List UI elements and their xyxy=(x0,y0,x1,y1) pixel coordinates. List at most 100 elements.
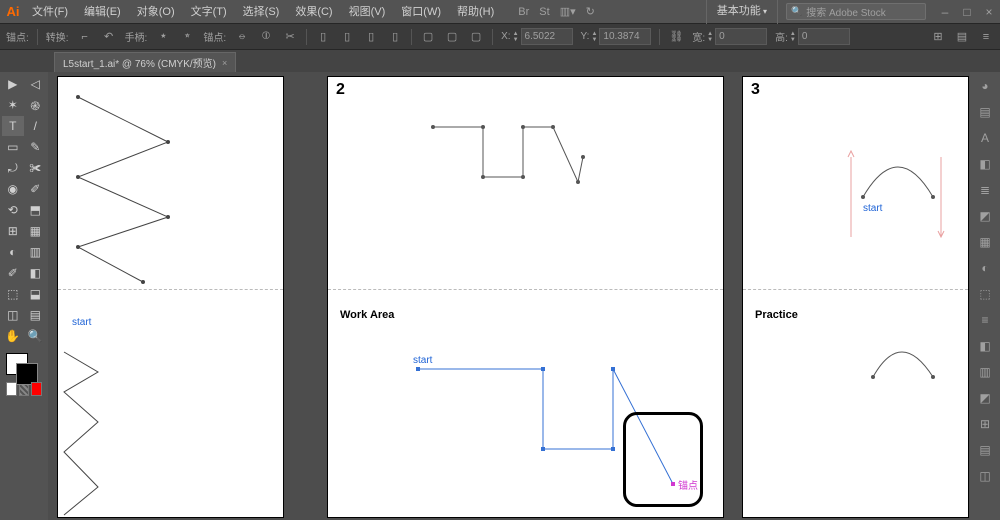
panel-appearance[interactable]: ◐ xyxy=(975,258,995,278)
menu-view[interactable]: 视图(V) xyxy=(343,0,392,24)
stock-icon[interactable]: St xyxy=(539,6,549,18)
handle-hide-icon[interactable]: ⭒ xyxy=(179,29,195,45)
menu-effect[interactable]: 效果(C) xyxy=(289,0,338,24)
panel-libraries[interactable]: ◩ xyxy=(975,388,995,408)
sync-icon[interactable]: ↻ xyxy=(586,5,595,18)
tool-gradient[interactable]: ◐ xyxy=(2,242,24,262)
ab3-curve-top xyxy=(743,77,968,289)
panel-layers[interactable]: ≡ xyxy=(975,310,995,330)
cut-path-icon[interactable]: ✂ xyxy=(282,29,298,45)
tool-hand[interactable]: ✋ xyxy=(2,326,24,346)
menu-edit[interactable]: 编辑(E) xyxy=(78,0,127,24)
y-value[interactable]: 10.3874 xyxy=(599,28,651,45)
convert-smooth-icon[interactable]: ↶ xyxy=(101,29,117,45)
panel-stroke[interactable]: ◧ xyxy=(975,154,995,174)
tool-print-tiling[interactable]: ▤ xyxy=(25,305,47,325)
tool-pen[interactable]: T xyxy=(2,116,24,136)
valign-3-icon[interactable]: ▢ xyxy=(468,29,484,45)
tool-direct-select[interactable]: ◁ xyxy=(25,74,47,94)
tool-magic-wand[interactable]: ✶ xyxy=(2,95,24,115)
window-maximize[interactable]: □ xyxy=(956,5,978,19)
panel-asset[interactable]: ◧ xyxy=(975,336,995,356)
w-field[interactable]: 宽: ▲▼ 0 xyxy=(692,28,767,45)
tool-slice[interactable]: ◫ xyxy=(2,305,24,325)
prefs-icon[interactable]: ≡ xyxy=(978,29,994,45)
doc-setup-icon[interactable]: ▤ xyxy=(954,29,970,45)
panel-artboards[interactable]: ▥ xyxy=(975,362,995,382)
align-2-icon[interactable]: ▯ xyxy=(339,29,355,45)
menubar: Ai 文件(F) 编辑(E) 对象(O) 文字(T) 选择(S) 效果(C) 视… xyxy=(0,0,1000,24)
panel-paragraph[interactable]: ≣ xyxy=(975,180,995,200)
handle-label: 手柄: xyxy=(125,29,148,44)
search-input[interactable]: 搜索 Adobe Stock xyxy=(786,3,926,20)
workspace-switcher[interactable]: 基本功能 xyxy=(706,0,778,24)
tool-mesh[interactable]: ▦ xyxy=(25,221,47,241)
tool-blend[interactable]: ✐ xyxy=(2,263,24,283)
h-value[interactable]: 0 xyxy=(798,28,850,45)
window-close[interactable]: × xyxy=(978,5,1000,19)
tool-shape-builder[interactable]: ◉ xyxy=(2,179,24,199)
menu-help[interactable]: 帮助(H) xyxy=(451,0,500,24)
tool-rectangle[interactable]: ▭ xyxy=(2,137,24,157)
tool-perspective[interactable]: ⊞ xyxy=(2,221,24,241)
tool-scissors[interactable]: ✀ xyxy=(25,158,47,178)
remove-anchor-icon[interactable]: ⦵ xyxy=(234,29,250,45)
x-value[interactable]: 6.5022 xyxy=(521,28,573,45)
add-anchor-icon[interactable]: ⦶ xyxy=(258,29,274,45)
panel-pathfinder[interactable]: ◫ xyxy=(975,466,995,486)
tool-symbol-spray[interactable]: ◧ xyxy=(25,263,47,283)
panel-swatches[interactable]: ▤ xyxy=(975,102,995,122)
tool-selection[interactable]: ▶ xyxy=(2,74,24,94)
align-4-icon[interactable]: ▯ xyxy=(387,29,403,45)
tool-eyedropper[interactable]: ▥ xyxy=(25,242,47,262)
tool-pencil[interactable]: ✐ xyxy=(25,179,47,199)
convert-corner-icon[interactable]: ⌐ xyxy=(77,29,93,45)
link-icon[interactable]: ⛓ xyxy=(668,29,684,45)
w-value[interactable]: 0 xyxy=(715,28,767,45)
panel-graphic-styles[interactable]: ⬚ xyxy=(975,284,995,304)
panel-transparency[interactable]: ▦ xyxy=(975,232,995,252)
tool-eraser[interactable]: ⬒ xyxy=(25,200,47,220)
annotation-callout xyxy=(623,412,703,507)
document-tab-close[interactable]: × xyxy=(222,58,227,68)
menu-file[interactable]: 文件(F) xyxy=(26,0,74,24)
menu-select[interactable]: 选择(S) xyxy=(237,0,286,24)
tool-rotate[interactable]: ⤾ xyxy=(2,158,24,178)
menu-object[interactable]: 对象(O) xyxy=(131,0,181,24)
artboard-1: start xyxy=(58,77,283,517)
artboard-2: 2 Work Area start 锚点 xyxy=(328,77,723,517)
align-pixel-icon[interactable]: ⊞ xyxy=(930,29,946,45)
align-3-icon[interactable]: ▯ xyxy=(363,29,379,45)
tool-graph[interactable]: ⬚ xyxy=(2,284,24,304)
fill-stroke-swatch[interactable] xyxy=(2,351,46,381)
tool-zoom[interactable]: 🔍 xyxy=(25,326,47,346)
x-label: X: xyxy=(501,31,510,42)
panel-color[interactable]: ◕ xyxy=(975,76,995,96)
menu-type[interactable]: 文字(T) xyxy=(185,0,233,24)
ab1-path-bottom xyxy=(58,77,283,517)
panel-align[interactable]: ⊞ xyxy=(975,414,995,434)
arrange-icon[interactable]: ▥▾ xyxy=(560,5,576,18)
tool-artboard[interactable]: ⬓ xyxy=(25,284,47,304)
x-field[interactable]: X: ▲▼ 6.5022 xyxy=(501,28,572,45)
workspace: ▶ ◁ ✶ ֎ T / ▭ ✎ ⤾ ✀ ◉ ✐ ⟲ ⬒ ⊞ ▦ ◐ ▥ ✐ ◧ … xyxy=(0,72,1000,520)
menu-window[interactable]: 窗口(W) xyxy=(395,0,447,24)
handle-show-icon[interactable]: ⭑ xyxy=(155,29,171,45)
valign-2-icon[interactable]: ▢ xyxy=(444,29,460,45)
panel-gradient[interactable]: ◩ xyxy=(975,206,995,226)
tool-brush[interactable]: ✎ xyxy=(25,137,47,157)
tool-lasso[interactable]: ֎ xyxy=(25,95,47,115)
y-field[interactable]: Y: ▲▼ 10.3874 xyxy=(581,28,652,45)
align-1-icon[interactable]: ▯ xyxy=(315,29,331,45)
tool-free-transform[interactable]: ⟲ xyxy=(2,200,24,220)
panel-character[interactable]: A xyxy=(975,128,995,148)
document-tab-title: L5start_1.ai* @ 76% (CMYK/预览) xyxy=(63,55,216,70)
bridge-icon[interactable]: Br xyxy=(518,6,529,18)
document-tab[interactable]: L5start_1.ai* @ 76% (CMYK/预览) × xyxy=(54,52,236,72)
valign-1-icon[interactable]: ▢ xyxy=(420,29,436,45)
tool-line[interactable]: / xyxy=(25,116,47,136)
window-minimize[interactable]: – xyxy=(934,5,956,19)
panel-transform[interactable]: ▤ xyxy=(975,440,995,460)
h-field[interactable]: 高: ▲▼ 0 xyxy=(775,28,850,45)
canvas[interactable]: start 2 Work Area start xyxy=(48,72,970,520)
